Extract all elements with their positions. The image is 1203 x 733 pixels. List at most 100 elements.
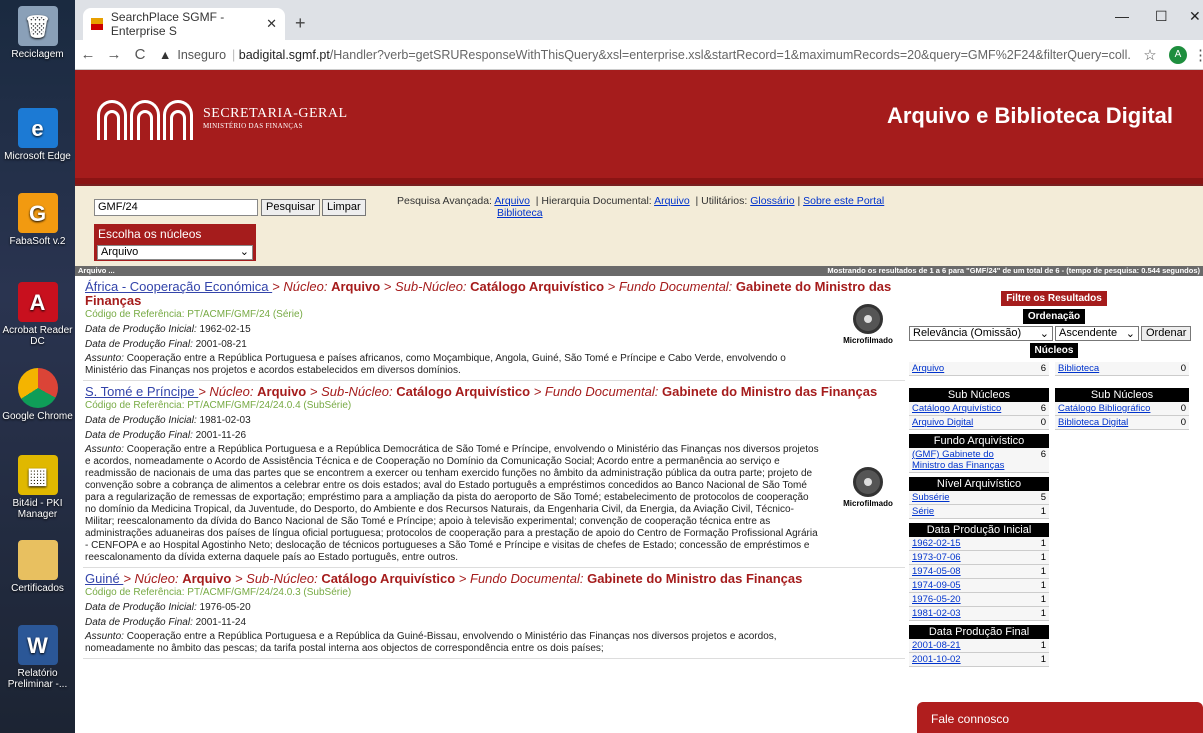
order-field-select[interactable]: Relevância (Omissão) ⌄ [909,326,1053,341]
label-data-ini: Data de Produção Inicial: [85,415,200,426]
filter-count: 6 [1040,403,1046,414]
label-fundo: > Fundo Documental: [530,384,662,399]
result-item: Guiné > Núcleo: Arquivo > Sub-Núcleo: Ca… [83,568,905,659]
filter-count: 0 [1180,363,1186,374]
filter-row[interactable]: Biblioteca 0 [1055,362,1189,376]
filter-row[interactable]: 1974-09-05 1 [909,579,1049,593]
forward-icon[interactable]: → [101,46,127,63]
result-heading: S. Tomé e Príncipe > Núcleo: Arquivo > S… [85,385,903,399]
desktop-icon-relatorio[interactable]: W Relatório Preliminar -... [0,625,75,690]
address-bar: ← → C ▲ Inseguro | badigital.sgmf.pt/Han… [75,40,1203,70]
label-nucleo: > Núcleo: [272,279,332,294]
filter-link[interactable]: Arquivo [912,363,944,374]
filter-link[interactable]: 1962-02-15 [912,538,961,549]
filter-link[interactable]: 2001-10-02 [912,654,961,665]
filter-link[interactable]: Catálogo Bibliográfico [1058,403,1150,414]
filter-row[interactable]: Arquivo 6 [909,362,1049,376]
filter-row[interactable]: 2001-08-21 1 [909,639,1049,653]
filter-row[interactable]: Subsérie 5 [909,491,1049,505]
filter-row[interactable]: (GMF) Gabinete do Ministro das Finanças 6 [909,448,1049,473]
filter-row[interactable]: 2001-10-02 1 [909,653,1049,667]
order-direction-select[interactable]: Ascendente ⌄ [1055,326,1139,341]
new-tab-icon[interactable]: + [295,13,306,34]
filter-count: 1 [1040,538,1046,549]
word-icon: W [17,625,58,665]
result-heading: Guiné > Núcleo: Arquivo > Sub-Núcleo: Ca… [85,572,903,586]
reload-icon[interactable]: C [127,46,153,63]
minimize-icon[interactable]: — [1115,8,1129,24]
glossario-link[interactable]: Glossário [750,195,794,207]
filter-link[interactable]: Catálogo Arquivístico [912,403,1001,414]
result-item: África - Cooperação Económica > Núcleo: … [83,276,905,381]
contact-widget[interactable]: Fale connosco [917,702,1203,733]
clear-button[interactable]: Limpar [322,199,366,216]
result-fundo: Gabinete do Ministro das Finanças [587,571,803,586]
url-field[interactable]: ▲ Inseguro | badigital.sgmf.pt/Handler?v… [159,43,1131,67]
filter-link[interactable]: 1976-05-20 [912,594,961,605]
search-button[interactable]: Pesquisar [261,199,320,216]
filter-link[interactable]: Biblioteca Digital [1058,417,1128,428]
filter-link[interactable]: Arquivo Digital [912,417,973,428]
desktop-icon-bit4id[interactable]: ▦ Bit4id - PKI Manager [0,455,75,520]
filter-link[interactable]: 1974-09-05 [912,580,961,591]
result-ref: Código de Referência: PT/ACMF/GMF/24 (Sé… [85,309,303,320]
filter-row[interactable]: Catálogo Bibliográfico 0 [1055,402,1189,416]
site-favicon-icon [91,18,103,30]
browser-tab[interactable]: SearchPlace SGMF - Enterprise S ✕ [83,8,285,40]
filter-row[interactable]: 1976-05-20 1 [909,593,1049,607]
site-logo[interactable]: SECRETARIA-GERAL MINISTÉRIO DAS FINANÇAS [97,96,348,140]
nucleos-select[interactable]: Arquivo ⌄ [97,245,253,260]
search-input[interactable]: GMF/24 [94,199,258,216]
adv-biblioteca-link[interactable]: Biblioteca [497,207,543,219]
result-title-link[interactable]: Guiné [85,571,123,586]
data-fim-value: 2001-08-21 [195,339,247,350]
filter-col-left: Arquivo 6 Sub Núcleos Catálogo Arquivísti… [909,362,1049,667]
desktop-icon-acrobat[interactable]: A Acrobat Reader DC [0,282,75,347]
result-title-link[interactable]: S. Tomé e Príncipe [85,384,198,399]
back-icon[interactable]: ← [75,46,101,63]
result-title-link[interactable]: África - Cooperação Económica [85,279,272,294]
filter-row[interactable]: 1962-02-15 1 [909,537,1049,551]
filter-link[interactable]: 1981-02-03 [912,608,961,619]
microfilm-badge: Microfilmado [838,304,898,345]
filter-row[interactable]: 1973-07-06 1 [909,551,1049,565]
desktop-icon-label: Certificados [11,583,64,594]
filter-row[interactable]: Catálogo Arquivístico 6 [909,402,1049,416]
result-fundo: Gabinete do Ministro das Finanças [661,384,878,399]
result-data-ini: Data de Produção Inicial: 1976-05-20 [85,602,903,613]
menu-icon[interactable]: ⋮ [1193,46,1203,64]
close-window-icon[interactable]: ✕ [1189,8,1201,25]
star-icon[interactable]: ☆ [1137,46,1163,64]
hier-arquivo-link[interactable]: Arquivo [654,195,690,207]
desktop-icon-edge[interactable]: e Microsoft Edge [0,108,75,162]
data-fim-value: 2001-11-26 [195,430,247,441]
desktop-icon-chrome[interactable]: Google Chrome [0,368,75,422]
dpf-header: Data Produção Final [909,625,1049,639]
ordenacao-label: Ordenação [1022,309,1086,324]
adv-arquivo-link[interactable]: Arquivo [494,195,530,207]
maximize-icon[interactable]: ☐ [1155,8,1168,25]
filter-link[interactable]: 1973-07-06 [912,552,961,563]
filter-link[interactable]: Série [912,506,934,517]
desktop-icon-fabasoft[interactable]: G FabaSoft v.2 [0,193,75,247]
result-data-fim: Data de Produção Final: 2001-11-24 [85,617,903,628]
filter-row[interactable]: 1981-02-03 1 [909,607,1049,621]
filter-link[interactable]: 2001-08-21 [912,640,961,651]
filter-link[interactable]: 1974-05-08 [912,566,961,577]
desktop-icon-recycle[interactable]: 🗑 Reciclagem [0,6,75,60]
filter-link[interactable]: (GMF) Gabinete do Ministro das Finanças [912,449,1027,471]
filter-row[interactable]: 1974-05-08 1 [909,565,1049,579]
tab-title: SearchPlace SGMF - Enterprise S [110,10,225,38]
filter-link[interactable]: Subsérie [912,492,950,503]
close-tab-icon[interactable]: ✕ [266,16,277,32]
filter-link[interactable]: Biblioteca [1058,363,1099,374]
filter-row[interactable]: Biblioteca Digital 0 [1055,416,1189,430]
filter-row[interactable]: Série 1 [909,505,1049,519]
profile-avatar[interactable]: A [1169,45,1187,64]
filter-count: 1 [1040,608,1046,619]
desktop-icon-certificados[interactable]: Certificados [0,540,75,594]
ordenar-button[interactable]: Ordenar [1141,326,1192,341]
sobre-link[interactable]: Sobre este Portal [803,195,884,207]
filter-row[interactable]: Arquivo Digital 0 [909,416,1049,430]
label-subnucleo: > Sub-Núcleo: [380,279,471,294]
